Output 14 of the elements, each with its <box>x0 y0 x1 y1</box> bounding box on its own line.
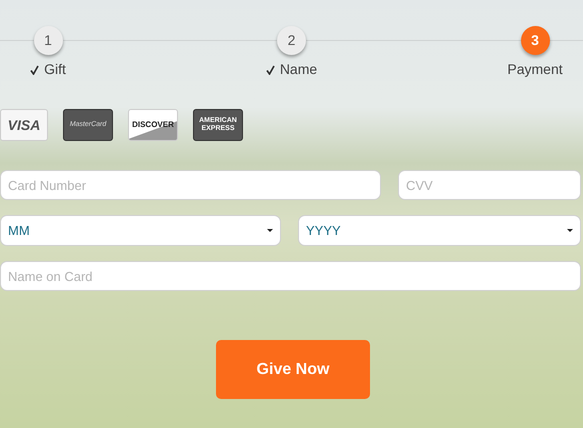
visa-card-logo: VISA <box>0 109 48 141</box>
caret-icon <box>567 229 573 232</box>
step-label: Payment <box>507 60 563 79</box>
month-select[interactable]: MM <box>0 215 281 246</box>
year-select[interactable]: YYYY <box>298 215 581 246</box>
caret-icon <box>267 229 273 232</box>
name-on-card-field[interactable]: Name on Card <box>0 261 581 291</box>
card-number-field[interactable]: Card Number <box>0 170 381 200</box>
check-icon <box>266 64 275 74</box>
step-label: Name <box>280 60 318 79</box>
discover-card-logo: DISCOVER <box>128 109 178 141</box>
check-icon <box>30 64 40 74</box>
cvv-field[interactable]: CVV <box>398 170 581 200</box>
step-label: Gift <box>44 60 66 79</box>
